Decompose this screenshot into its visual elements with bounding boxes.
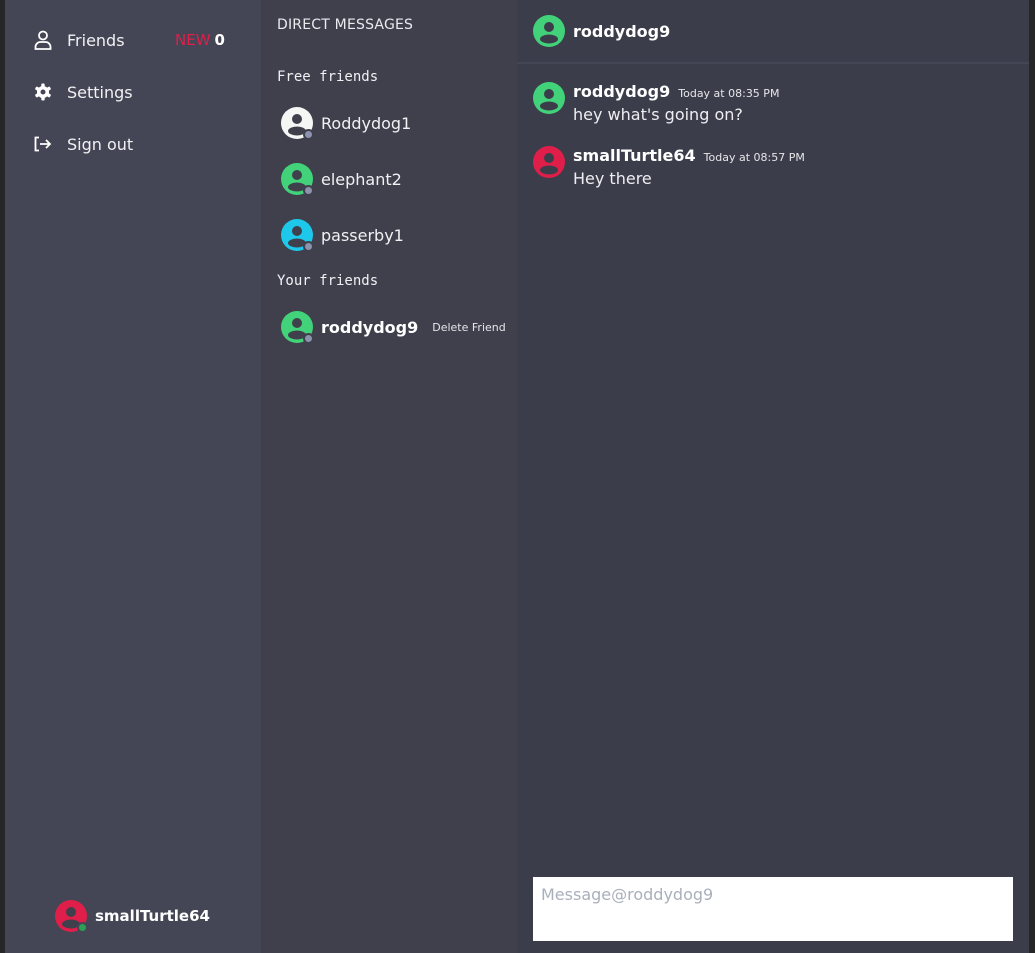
message-author: smallTurtle64	[573, 146, 696, 165]
message-text: Hey there	[573, 169, 652, 188]
message-text: hey what's going on?	[573, 105, 743, 124]
message-input[interactable]	[533, 877, 1013, 941]
message-timestamp: Today at 08:57 PM	[703, 151, 805, 164]
message: smallTurtle64 Today at 08:57 PM Hey ther…	[533, 146, 805, 188]
sidebar-item-label: Friends	[67, 30, 125, 50]
offline-status-icon	[303, 185, 314, 196]
offline-status-icon	[303, 129, 314, 140]
chat-header: roddydog9	[517, 0, 1029, 64]
avatar	[281, 311, 314, 344]
friend-name: elephant2	[321, 169, 402, 189]
message-timestamp: Today at 08:35 PM	[678, 87, 780, 100]
message-author: roddydog9	[573, 82, 671, 101]
window-frame-right	[1029, 0, 1035, 953]
your-friend-item[interactable]: roddydog9 Delete Friend	[281, 311, 506, 344]
avatar	[533, 15, 565, 47]
sidebar-item-settings[interactable]: Settings	[33, 82, 133, 102]
free-friend-item[interactable]: passerby1	[281, 219, 404, 252]
user-avatar-icon	[540, 22, 558, 44]
direct-messages-panel: DIRECT MESSAGES Free friends Roddydog1 e…	[261, 0, 517, 953]
avatar	[533, 146, 565, 178]
new-label: NEW	[175, 31, 211, 49]
new-count: 0	[214, 31, 225, 49]
user-avatar-icon	[540, 89, 558, 111]
free-friends-heading: Free friends	[277, 69, 379, 85]
avatar	[281, 107, 314, 140]
user-icon	[33, 30, 53, 50]
avatar	[281, 219, 314, 252]
chat-panel: roddydog9 roddydog9 Today at 08:35 PM he…	[517, 0, 1029, 953]
current-user[interactable]: smallTurtle64	[55, 900, 210, 933]
new-friends-badge: NEW 0	[175, 31, 225, 49]
your-friends-heading: Your friends	[277, 273, 379, 289]
friend-name: passerby1	[321, 225, 404, 245]
avatar	[533, 82, 565, 114]
free-friend-item[interactable]: Roddydog1	[281, 107, 412, 140]
sidebar: Friends NEW 0 Settings Sign out smallTurt…	[5, 0, 261, 953]
offline-status-icon	[303, 333, 314, 344]
delete-friend-button[interactable]: Delete Friend	[432, 321, 505, 334]
sidebar-item-label: Settings	[67, 82, 133, 102]
sign-out-icon	[33, 134, 53, 154]
direct-messages-title: DIRECT MESSAGES	[277, 17, 414, 33]
free-friend-item[interactable]: elephant2	[281, 163, 402, 196]
message: roddydog9 Today at 08:35 PM hey what's g…	[533, 82, 779, 124]
online-status-icon	[77, 922, 88, 933]
user-avatar-icon	[540, 153, 558, 175]
current-user-name: smallTurtle64	[95, 907, 210, 925]
friend-name: Roddydog1	[321, 113, 412, 133]
chat-recipient-name: roddydog9	[573, 21, 671, 41]
gear-icon	[33, 82, 53, 102]
friend-name: roddydog9	[321, 317, 419, 337]
avatar	[55, 900, 88, 933]
sidebar-item-sign-out[interactable]: Sign out	[33, 134, 133, 154]
offline-status-icon	[303, 241, 314, 252]
avatar	[281, 163, 314, 196]
sidebar-item-label: Sign out	[67, 134, 134, 154]
sidebar-item-friends[interactable]: Friends	[33, 30, 125, 50]
